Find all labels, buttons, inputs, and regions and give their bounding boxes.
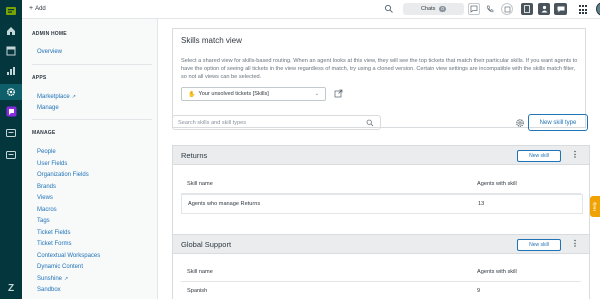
skills-match-view-panel: Skills match view Select a shared view f… [172,28,586,128]
help-button[interactable]: Help [590,196,600,217]
app-icon-3[interactable] [5,149,17,161]
external-link-icon: ↗ [64,275,69,282]
search-icon[interactable] [384,4,394,14]
nav-organization-fields[interactable]: Organization Fields [37,172,89,178]
nav-tags[interactable]: Tags [37,218,50,224]
divider [181,281,581,282]
nav-sandbox[interactable]: Sandbox [37,287,61,293]
nav-contextual-workspaces[interactable]: Contextual Workspaces [37,253,100,259]
nav-manage-apps[interactable]: Manage [37,105,59,111]
top-bar: + Add Chats 0 [22,0,600,19]
skills-match-title: Skills match view [181,36,242,45]
column-header-agents: Agents with skill [477,269,517,275]
nav-marketplace[interactable]: Marketplace ↗ [37,94,76,100]
nav-dynamic-content[interactable]: Dynamic Content [37,264,83,270]
nav-people[interactable]: People [37,149,56,155]
plus-icon: + [29,5,34,12]
help-center-icon[interactable] [521,3,533,15]
notes-icon[interactable] [501,3,513,15]
views-icon[interactable] [5,45,17,57]
skills-match-description: Select a shared view for skills-based ro… [181,58,578,80]
admin-side-nav: ADMIN HOME Overview APPS Marketplace ↗ Ma… [22,19,158,299]
reporting-icon[interactable] [5,65,17,77]
nav-ticket-fields[interactable]: Ticket Fields [37,230,70,236]
nav-ticket-forms[interactable]: Ticket Forms [37,241,71,247]
new-skill-button[interactable]: New skill [517,150,561,162]
skill-type-group-returns: Returns New skill ⋮ Skill name Agents wi… [172,145,590,235]
kebab-menu-icon[interactable]: ⋮ [571,239,579,250]
grid-icon[interactable] [579,5,589,15]
chevron-down-icon: ⌄ [314,91,319,97]
external-link-icon: ↗ [71,94,76,100]
divider [32,119,152,120]
agents-count: 13 [478,201,485,207]
zendesk-z-icon: Z [7,283,15,294]
phone-icon[interactable] [484,3,496,15]
main-content: Skills match view Select a shared view f… [158,19,600,299]
apps-heading: APPS [32,75,47,81]
nav-brands[interactable]: Brands [37,184,56,190]
chat-bubble-icon[interactable] [554,3,567,15]
home-icon[interactable] [5,25,17,37]
new-skill-type-button[interactable]: New skill type [528,114,588,131]
column-header-agents: Agents with skill [477,181,517,187]
nav-views[interactable]: Views [37,195,53,201]
divider [32,64,152,65]
admin-home-heading: ADMIN HOME [32,31,67,37]
skill-name: Spanish [187,288,208,294]
nav-user-fields[interactable]: User Fields [37,161,67,167]
nav-sunshine[interactable]: Sunshine ↗ [37,276,68,282]
avatar[interactable] [596,2,600,16]
user-icon[interactable] [538,3,550,15]
skill-name: Agents who manage Returns [188,201,261,207]
column-header-skill-name: Skill name [187,269,213,275]
gear-icon[interactable] [515,118,525,128]
chats-count-badge: 0 [439,6,446,12]
agents-count: 9 [477,288,481,294]
external-link-icon[interactable] [334,89,343,98]
new-skill-button[interactable]: New skill [517,239,561,251]
app-icon[interactable] [5,105,17,117]
app-icon-2[interactable] [5,127,17,139]
group-header: Returns New skill ⋮ [173,146,589,165]
group-title: Returns [181,151,208,160]
admin-gear-icon[interactable] [0,84,22,100]
skills-search-input[interactable]: Search skills and skill types [172,115,381,130]
manage-heading: MANAGE [32,130,56,136]
chats-toggle[interactable]: Chats 0 [403,3,464,15]
column-header-skill-name: Skill name [187,181,213,187]
group-title: Global Support [181,240,232,249]
table-row[interactable]: Agents who manage Returns 13 [181,194,583,214]
view-select[interactable]: ✋ Your unsolved tickets [Skills] ⌄ [181,87,326,101]
search-icon [366,119,374,127]
zendesk-logo-icon[interactable] [5,5,17,17]
nav-macros[interactable]: Macros [37,207,57,213]
product-rail: Z [0,0,22,299]
nav-overview[interactable]: Overview [37,49,62,55]
group-header: Global Support New skill ⋮ [173,235,589,254]
kebab-menu-icon[interactable]: ⋮ [571,150,579,161]
skill-type-group-global-support: Global Support New skill ⋮ Skill name Ag… [172,234,590,299]
add-button[interactable]: + Add [29,5,46,12]
message-icon[interactable] [468,3,480,15]
hand-icon: ✋ [188,91,196,98]
